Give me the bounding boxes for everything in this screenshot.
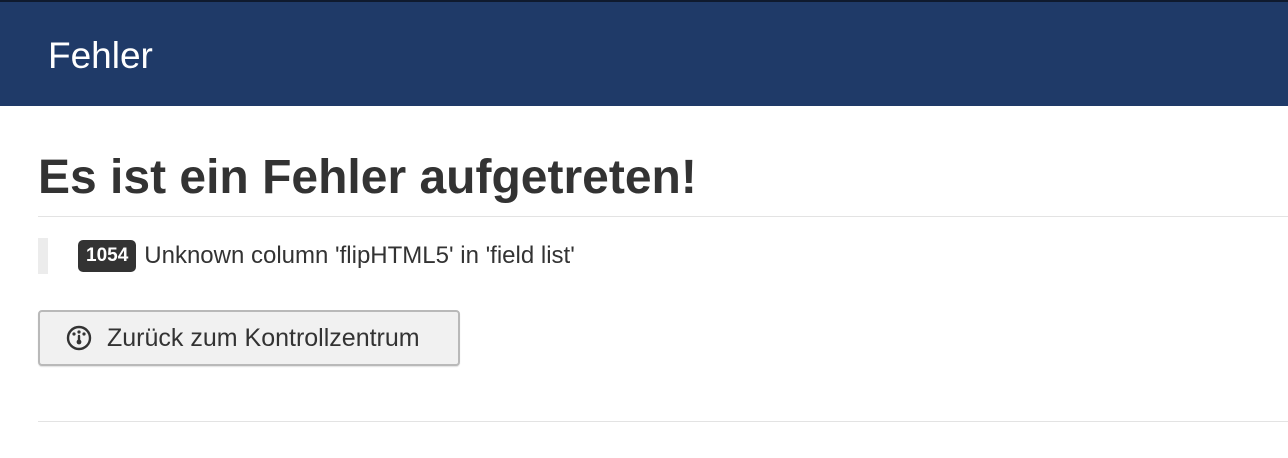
back-to-control-panel-button[interactable]: Zurück zum Kontrollzentrum [38,310,460,366]
error-heading: Es ist ein Fehler aufgetreten! [38,151,697,204]
error-code-badge: 1054 [78,240,137,272]
error-message-block: 1054 Unknown column 'flipHTML5' in 'fiel… [38,238,575,274]
page-title: Fehler [48,35,153,76]
header-bar: Fehler [0,0,1288,106]
error-message-text: Unknown column 'flipHTML5' in 'field lis… [144,242,575,269]
dashboard-icon [66,325,92,351]
back-button-label: Zurück zum Kontrollzentrum [107,324,420,352]
divider [38,216,1288,217]
divider [38,421,1288,422]
